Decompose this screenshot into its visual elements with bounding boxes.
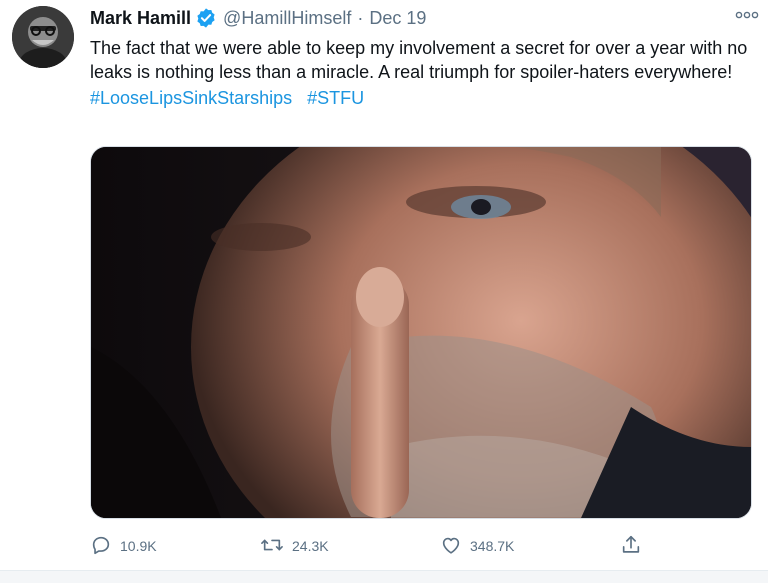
avatar[interactable] xyxy=(12,6,74,68)
share-icon xyxy=(620,534,642,559)
more-options-icon[interactable] xyxy=(734,8,760,22)
like-button[interactable]: 348.7K xyxy=(440,532,514,560)
tweet-header: Mark Hamill @HamillHimself · Dec 19 xyxy=(90,4,756,32)
verified-badge-icon xyxy=(195,7,217,29)
reply-icon xyxy=(90,534,112,559)
share-button[interactable] xyxy=(620,532,642,560)
hashtag-looselipssinkstarships[interactable]: #LooseLipsSinkStarships xyxy=(90,88,292,108)
like-count: 348.7K xyxy=(470,538,515,554)
author-name[interactable]: Mark Hamill xyxy=(90,7,191,29)
reply-button[interactable]: 10.9K xyxy=(90,532,157,560)
hashtag-list: #LooseLipsSinkStarships #STFU xyxy=(90,86,756,110)
retweet-icon xyxy=(260,534,284,559)
media-image xyxy=(91,147,751,518)
separator-dot: · xyxy=(357,8,364,28)
avatar-photo xyxy=(12,6,74,68)
tweet-media-photo[interactable] xyxy=(90,146,752,519)
tweet-content: Mark Hamill @HamillHimself · Dec 19 The … xyxy=(90,4,756,110)
tweet-card: Mark Hamill @HamillHimself · Dec 19 The … xyxy=(0,0,768,583)
tweet-text: The fact that we were able to keep my in… xyxy=(90,38,748,82)
hashtag-stfu[interactable]: #STFU xyxy=(307,88,364,108)
reply-count: 10.9K xyxy=(120,538,157,554)
retweet-button[interactable]: 24.3K xyxy=(260,532,329,560)
retweet-count: 24.3K xyxy=(292,538,329,554)
bottom-divider xyxy=(0,570,768,583)
tweet-actions: 10.9K 24.3K 348.7K xyxy=(90,532,650,560)
tweet-date[interactable]: Dec 19 xyxy=(369,7,426,29)
heart-icon xyxy=(440,534,462,559)
author-handle[interactable]: @HamillHimself xyxy=(223,7,351,29)
